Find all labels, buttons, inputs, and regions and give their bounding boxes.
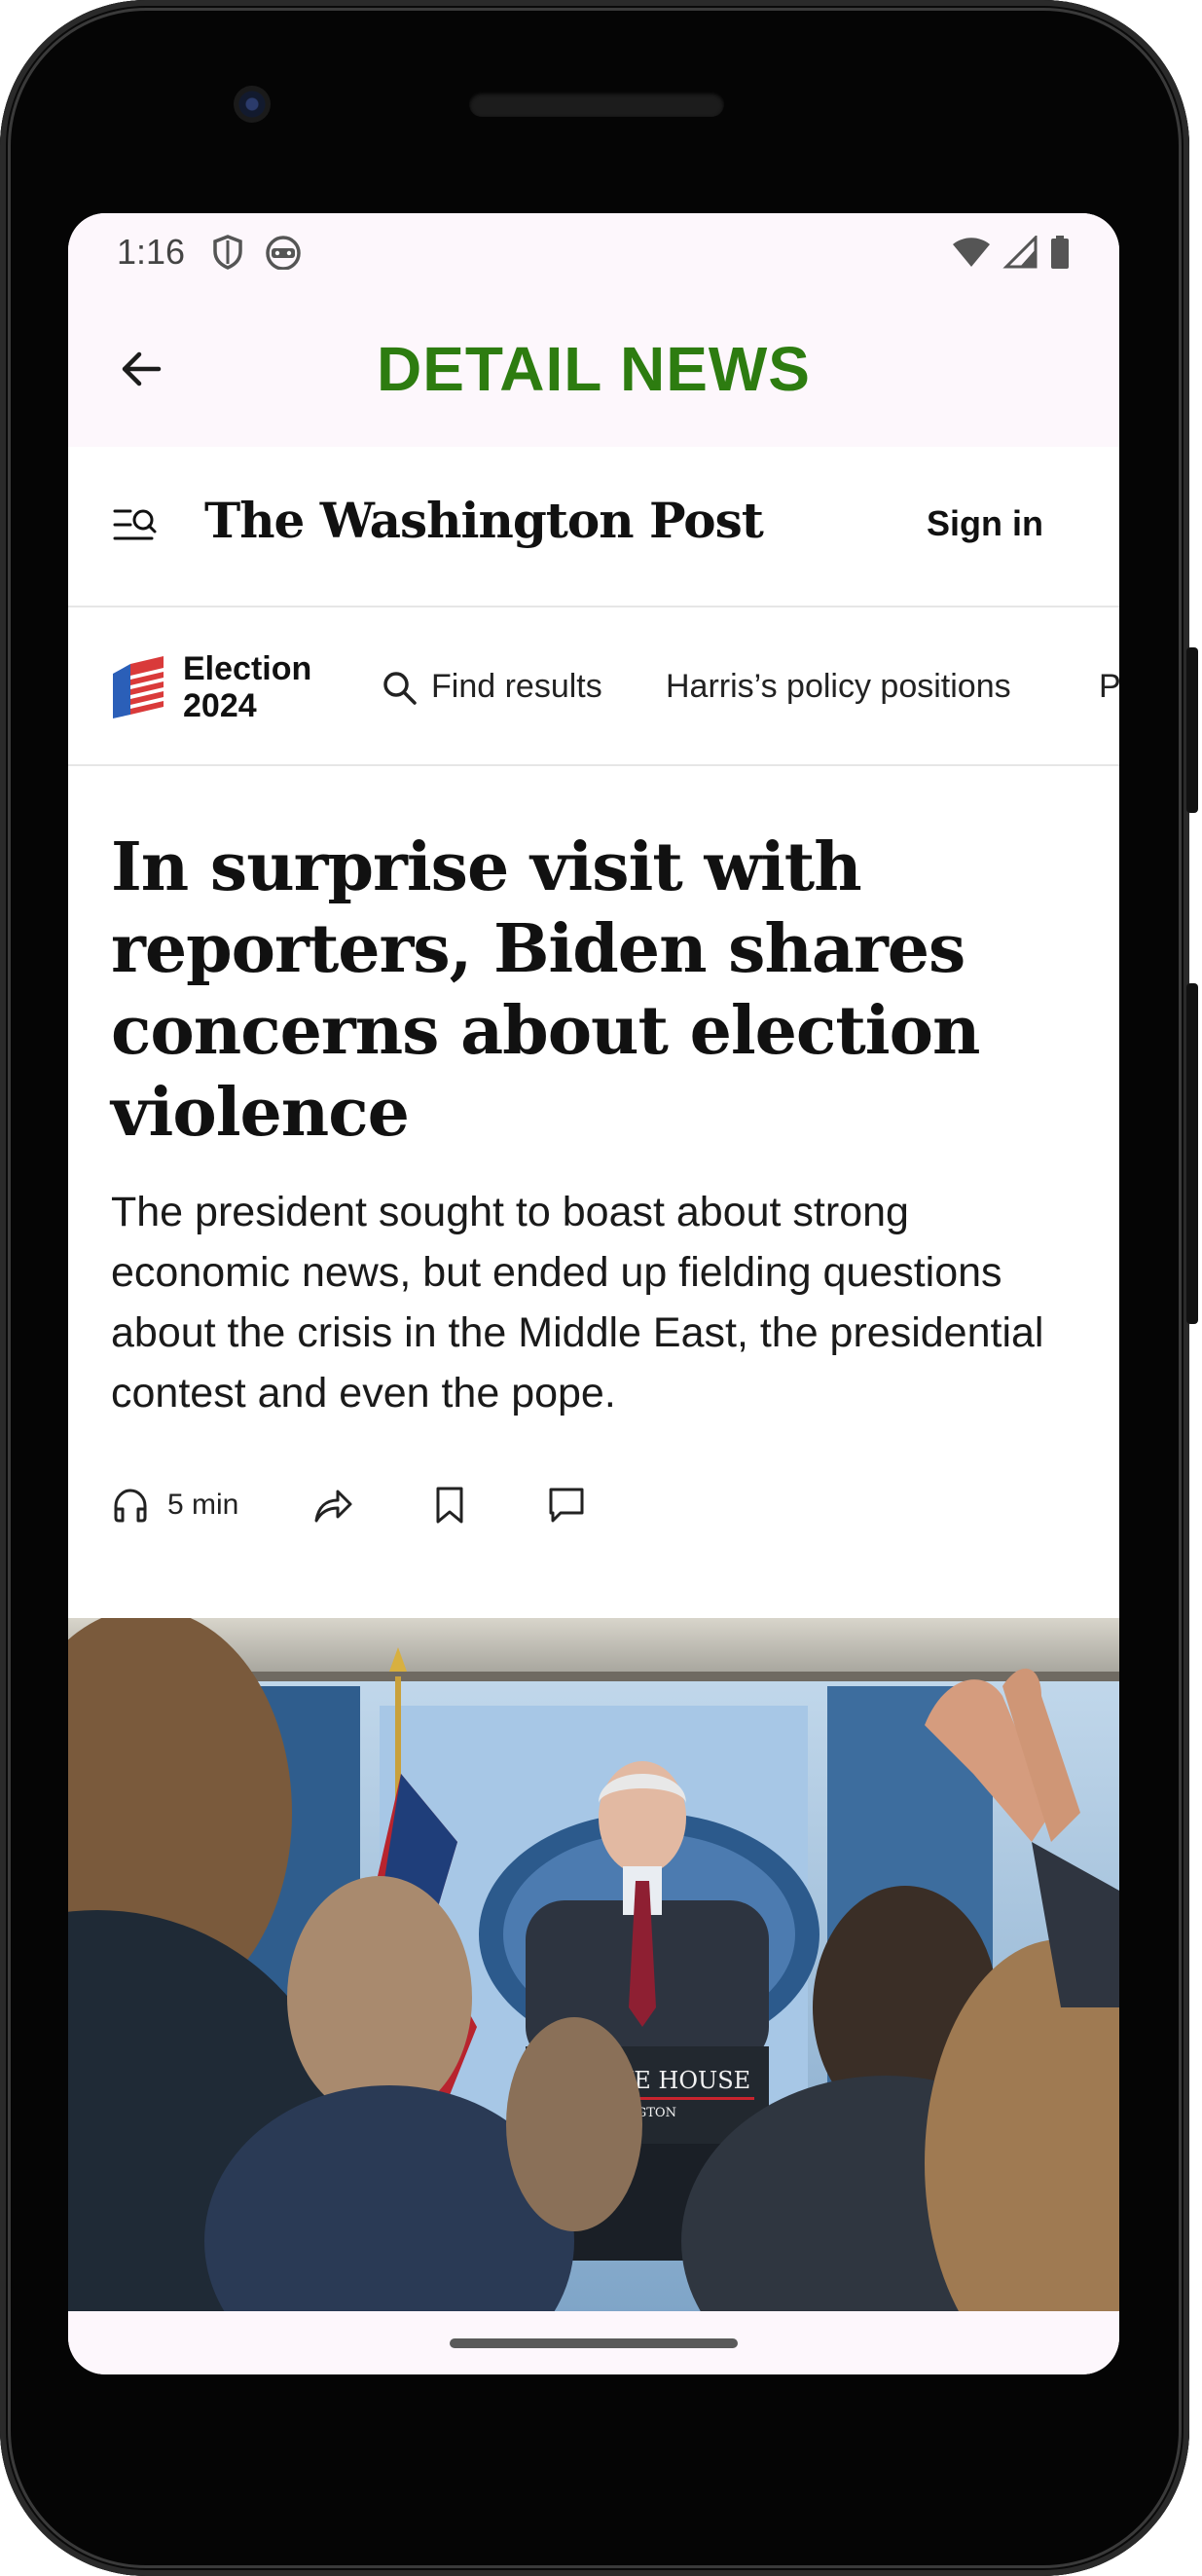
topic-nav-strip: Election 2024 Find results Harris’s poli… xyxy=(68,607,1119,766)
back-button[interactable] xyxy=(112,340,170,398)
nav-item-truncated[interactable]: P xyxy=(1099,668,1119,706)
nav-item-find-results[interactable]: Find results xyxy=(431,668,602,706)
wifi-icon xyxy=(953,238,990,267)
status-bar: 1:16 xyxy=(68,213,1119,291)
app-bar: DETAIL NEWS xyxy=(68,291,1119,447)
comments-button[interactable] xyxy=(542,1481,591,1529)
election-label-line2: 2024 xyxy=(183,687,257,724)
article-headline: In surprise visit with reporters, Biden … xyxy=(111,828,980,1152)
article-dek: The president sought to boast about stro… xyxy=(111,1189,1044,1417)
shield-icon xyxy=(213,235,242,270)
listen-button[interactable]: 5 min xyxy=(111,1486,238,1525)
election-flag-icon xyxy=(113,656,164,718)
article-hero-photo: SE E WHITE HOUSE WASHINGTON xyxy=(68,1618,1119,2311)
home-gesture-handle[interactable] xyxy=(450,2338,738,2348)
power-button xyxy=(1186,647,1198,813)
bookmark-button[interactable] xyxy=(425,1481,474,1529)
election-label-line1: Election xyxy=(183,650,312,687)
search-icon xyxy=(383,672,417,705)
earpiece-speaker xyxy=(469,92,724,117)
status-time: 1:16 xyxy=(117,232,186,272)
arrow-left-icon xyxy=(122,351,162,386)
press-briefing-illustration: SE E WHITE HOUSE WASHINGTON xyxy=(68,1618,1119,2311)
phone-screen: 1:16 DETAIL NEWS The Washington Post Sig… xyxy=(68,213,1119,2374)
comment-icon xyxy=(549,1488,584,1523)
election-2024-link[interactable]: Election 2024 xyxy=(183,650,311,724)
front-camera xyxy=(234,86,271,123)
bookmark-icon xyxy=(436,1487,463,1524)
android-robot-icon xyxy=(266,236,301,270)
listen-duration: 5 min xyxy=(167,1489,239,1521)
cellular-signal-icon xyxy=(1002,236,1038,269)
site-header: The Washington Post Sign in xyxy=(68,447,1119,607)
volume-button xyxy=(1186,983,1198,1324)
site-logo[interactable]: The Washington Post xyxy=(204,492,764,549)
sign-in-link[interactable]: Sign in xyxy=(927,503,1043,544)
menu-search-icon[interactable] xyxy=(113,505,158,544)
nav-item-harris-policy[interactable]: Harris’s policy positions xyxy=(666,668,1011,706)
battery-icon xyxy=(1051,236,1069,269)
page-title: DETAIL NEWS xyxy=(377,334,811,404)
share-icon xyxy=(314,1490,352,1523)
headphones-icon xyxy=(114,1489,147,1523)
article-action-row: 5 min xyxy=(111,1481,591,1529)
gesture-nav-area xyxy=(68,2311,1119,2374)
share-button[interactable] xyxy=(309,1481,357,1529)
